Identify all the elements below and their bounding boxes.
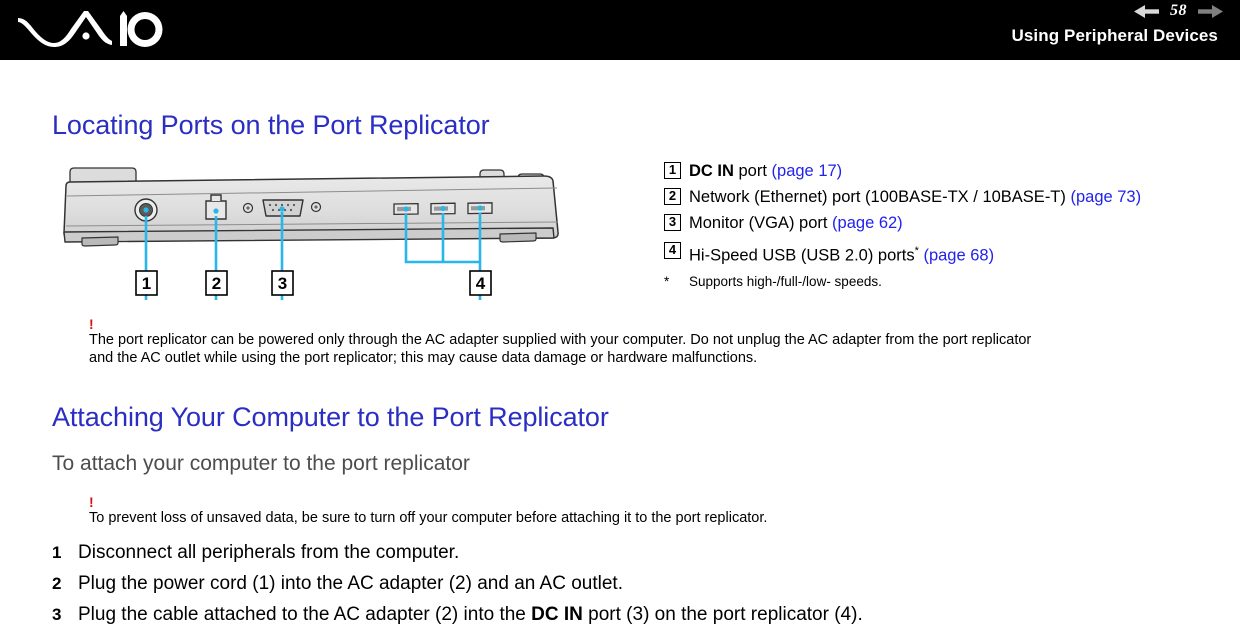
vaio-logo: [18, 11, 163, 47]
callout-box-3: 3: [664, 214, 681, 231]
step-item: 2 Plug the power cord (1) into the AC ad…: [52, 573, 1202, 595]
note-1-line-2: and the AC outlet while using the port r…: [89, 350, 758, 366]
legend-item-2: 2 Network (Ethernet) port (100BASE-TX / …: [664, 188, 1224, 206]
svg-text:4: 4: [476, 274, 486, 293]
legend-3-link[interactable]: (page 62): [832, 214, 903, 232]
callout-box-4: 4: [664, 242, 681, 259]
step-number: 3: [52, 605, 62, 624]
warning-note-power: ! The port replicator can be powered onl…: [89, 316, 1189, 367]
legend-3-text: Monitor (VGA) port: [689, 214, 833, 232]
legend-4-text: Hi-Speed USB (USB 2.0) ports: [689, 246, 915, 265]
svg-text:1: 1: [142, 274, 151, 293]
callout-box-2: 2: [664, 188, 681, 205]
svg-text:3: 3: [278, 274, 287, 293]
footnote-marker: *: [664, 273, 670, 289]
footnote-text: Supports high-/full-/low- speeds.: [689, 273, 882, 289]
prev-page-arrow[interactable]: [1133, 4, 1163, 19]
note-1-line-1: The port replicator can be powered only …: [89, 332, 1032, 348]
next-page-arrow[interactable]: [1194, 4, 1224, 19]
step-text-pre: Disconnect all peripherals from the comp…: [78, 542, 460, 563]
svg-text:2: 2: [212, 274, 221, 293]
heading-attaching-computer: Attaching Your Computer to the Port Repl…: [52, 402, 609, 432]
heading-locating-ports: Locating Ports on the Port Replicator: [52, 110, 490, 140]
legend-item-1: 1 DC IN port (page 17): [664, 162, 1224, 180]
port-legend-list: 1 DC IN port (page 17) 2 Network (Ethern…: [664, 162, 1224, 289]
legend-1-text: port: [733, 162, 772, 180]
warning-note-unsaved-data: ! To prevent loss of unsaved data, be su…: [89, 494, 1189, 527]
legend-footnote: * Supports high-/full-/low- speeds.: [664, 274, 1224, 289]
note-2-line-1: To prevent loss of unsaved data, be sure…: [89, 510, 768, 526]
page-content: Locating Ports on the Port Replicator 1 …: [0, 60, 1240, 634]
step-text-pre: Plug the power cord (1) into the AC adap…: [78, 573, 623, 594]
page-navigation[interactable]: 58: [1133, 1, 1224, 21]
subheading-to-attach: To attach your computer to the port repl…: [52, 452, 470, 475]
step-text-post: port (3) on the port replicator (4).: [582, 604, 863, 625]
figure-callout-numbers: 1 2 3 4: [135, 270, 492, 296]
step-number: 2: [52, 574, 62, 593]
step-text-bold: DC IN: [531, 604, 583, 625]
legend-2-text: Network (Ethernet) port (100BASE-TX / 10…: [689, 188, 1071, 206]
legend-1-bold: DC IN: [689, 162, 734, 180]
legend-1-link[interactable]: (page 17): [772, 162, 843, 180]
legend-4-link[interactable]: (page 68): [919, 247, 994, 265]
header-title: Using Peripheral Devices: [1011, 26, 1218, 45]
attach-steps-list: 1 Disconnect all peripherals from the co…: [52, 542, 1202, 635]
step-item: 3 Plug the cable attached to the AC adap…: [52, 604, 1202, 626]
legend-item-3: 3 Monitor (VGA) port (page 62): [664, 214, 1224, 232]
page-header: 58 Using Peripheral Devices: [0, 0, 1240, 60]
step-number: 1: [52, 543, 62, 562]
warning-icon: !: [89, 316, 94, 332]
legend-item-4: 4 Hi-Speed USB (USB 2.0) ports* (page 68…: [664, 242, 1224, 265]
legend-2-link[interactable]: (page 73): [1070, 188, 1141, 206]
callout-box-1: 1: [664, 162, 681, 179]
step-item: 1 Disconnect all peripherals from the co…: [52, 542, 1202, 564]
warning-icon-2: !: [89, 494, 94, 510]
step-text-pre: Plug the cable attached to the AC adapte…: [78, 604, 532, 625]
page-number: 58: [1170, 2, 1187, 19]
